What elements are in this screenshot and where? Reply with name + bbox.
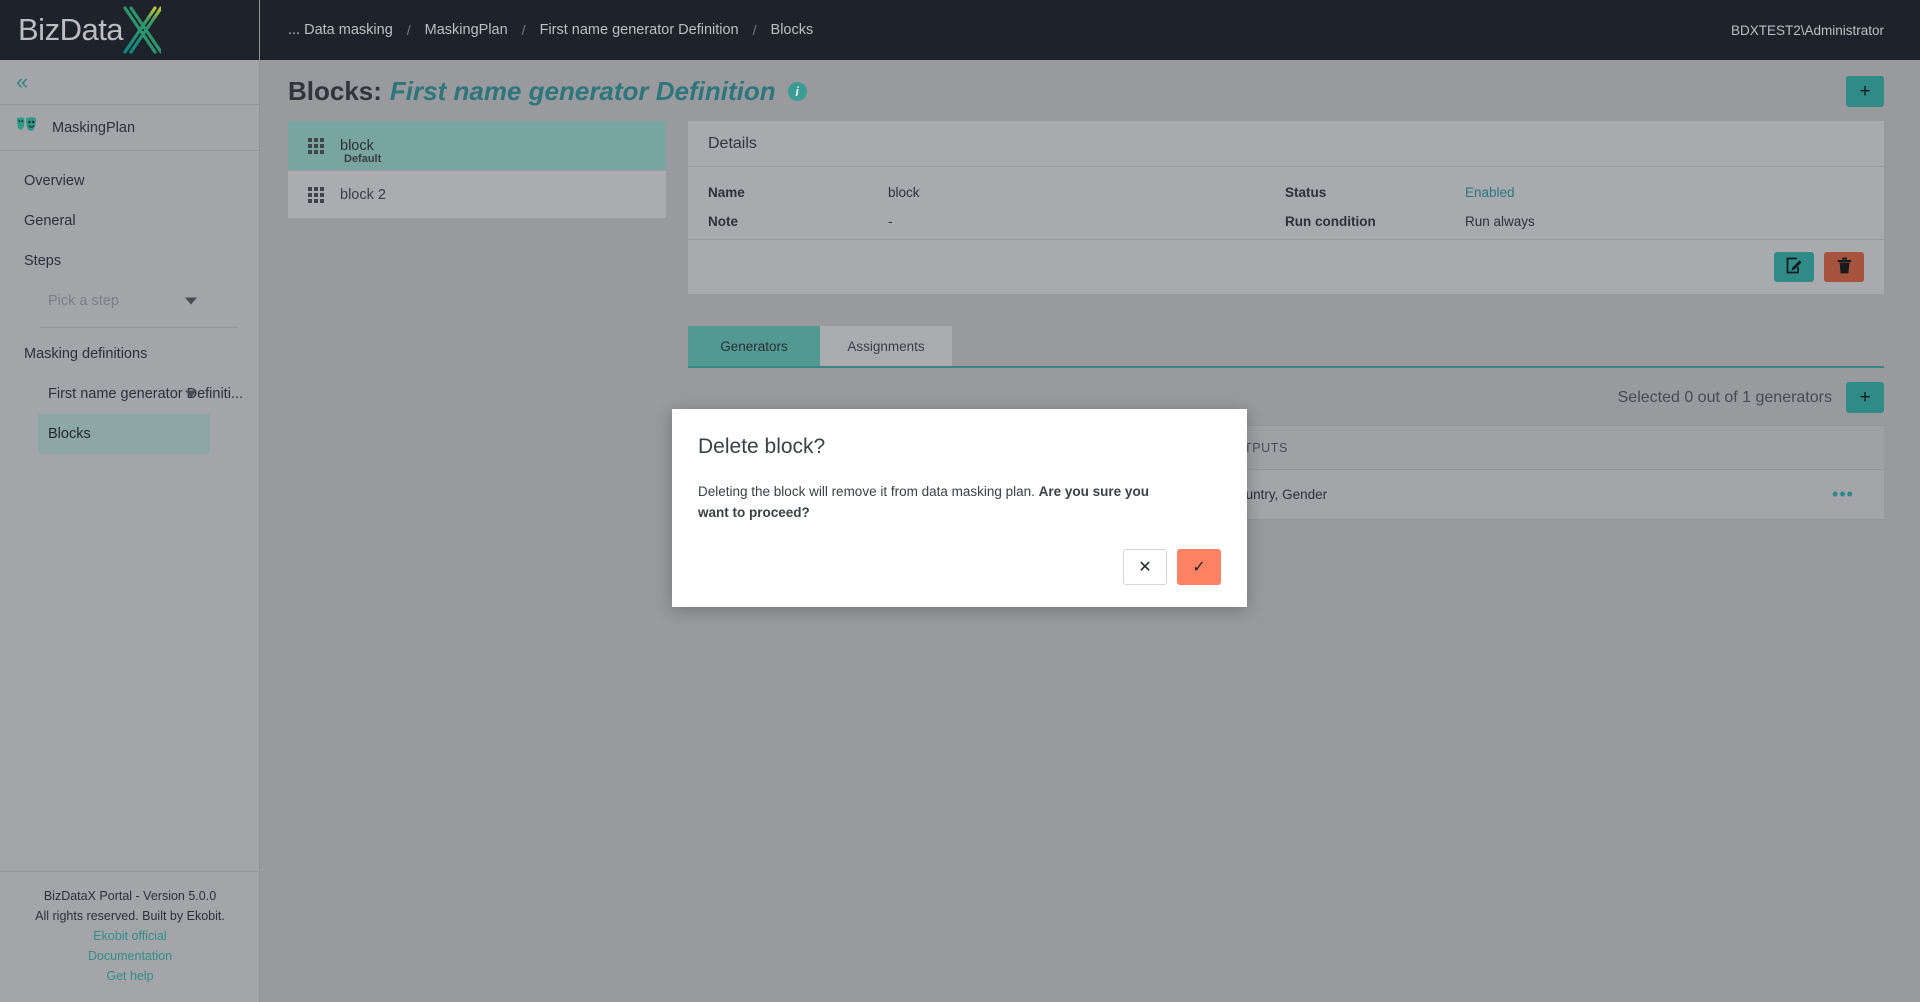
dialog-message-normal: Deleting the block will remove it from d…	[698, 484, 1039, 499]
delete-block-dialog: Delete block? Deleting the block will re…	[672, 409, 1247, 607]
dialog-confirm-button[interactable]: ✓	[1177, 549, 1221, 585]
dialog-actions: ✕ ✓	[698, 549, 1221, 585]
dialog-title: Delete block?	[698, 435, 826, 458]
app-root: BizData « MaskingPlan Overview General S…	[0, 0, 1920, 1002]
dialog-cancel-button[interactable]: ✕	[1123, 549, 1167, 585]
check-icon: ✓	[1192, 559, 1206, 576]
dialog-message: Deleting the block will remove it from d…	[698, 481, 1178, 523]
close-icon: ✕	[1138, 559, 1152, 576]
